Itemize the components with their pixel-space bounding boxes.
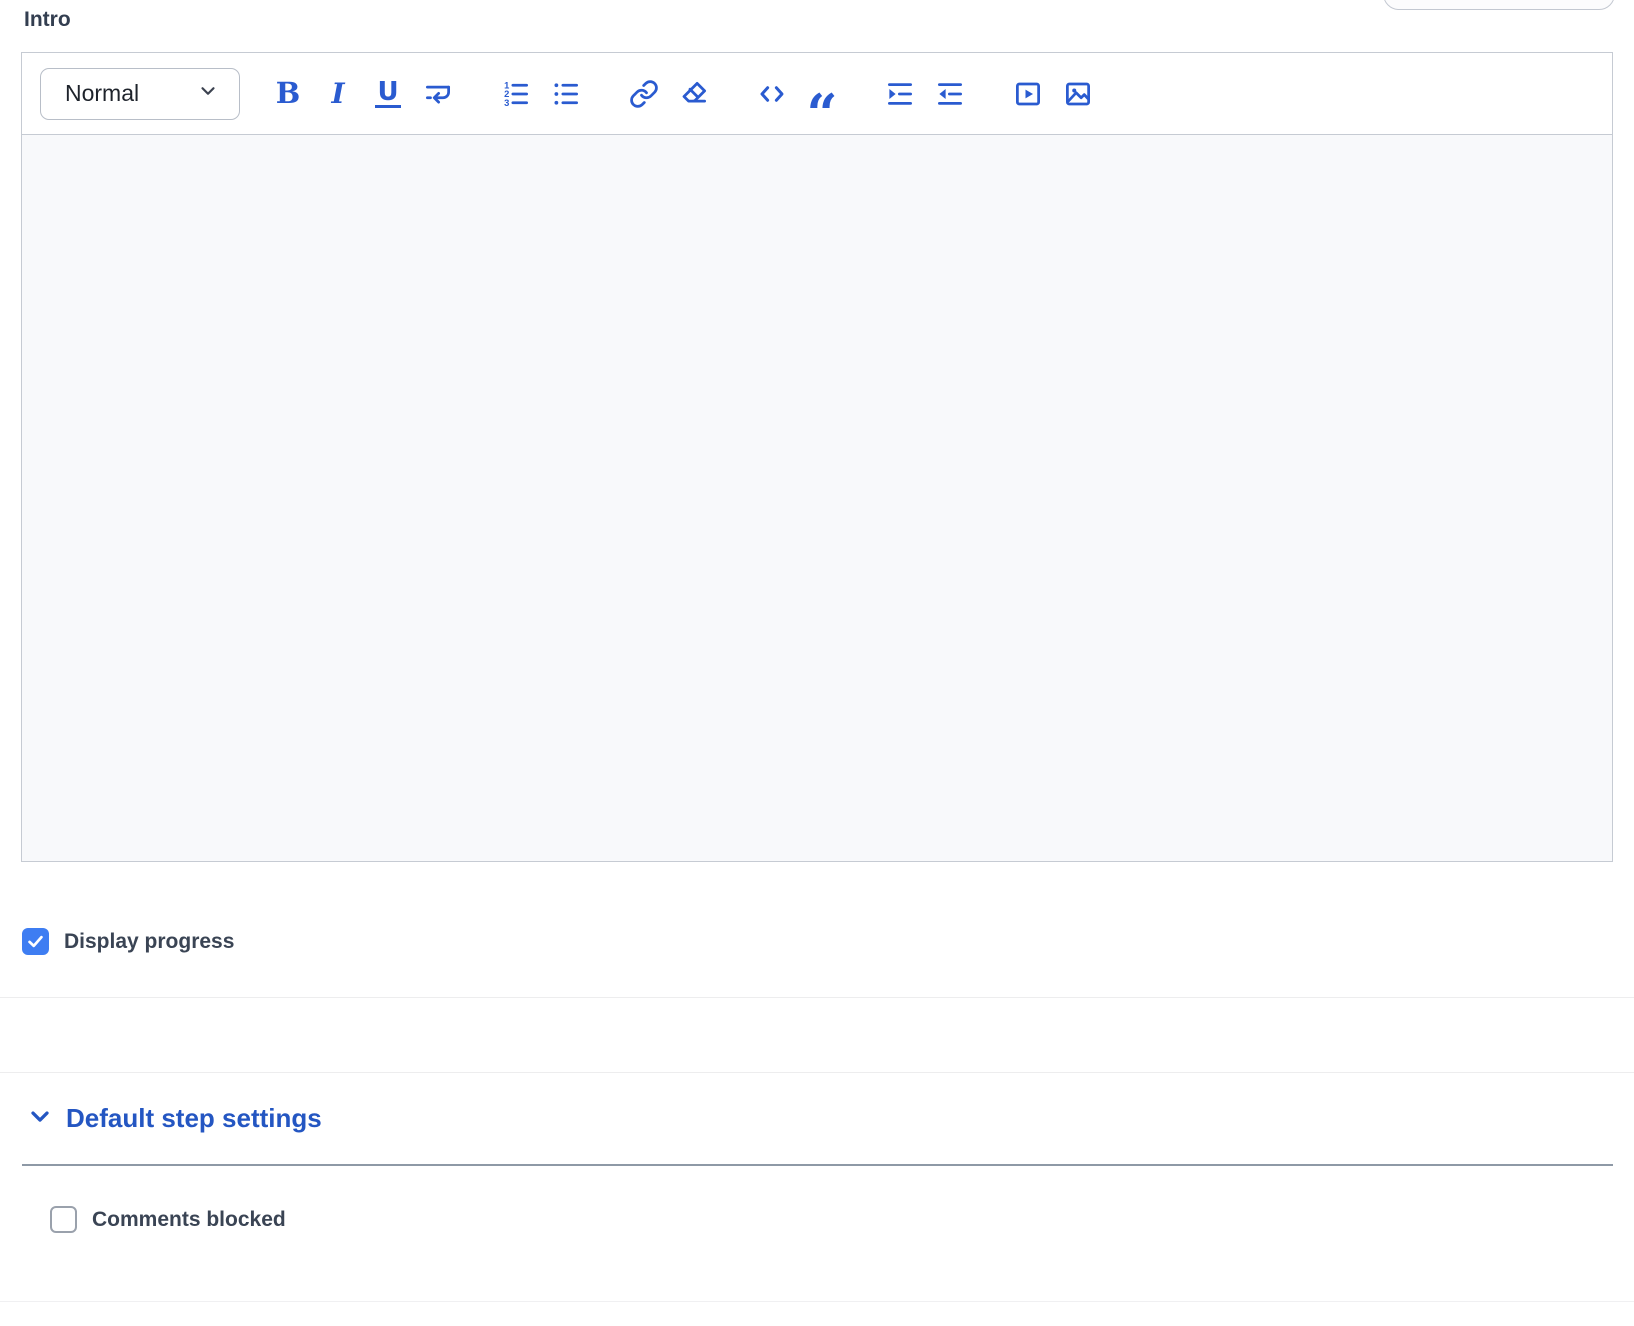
image-icon xyxy=(1063,79,1093,109)
paragraph-style-dropdown[interactable]: Normal xyxy=(40,68,240,120)
bottom-divider xyxy=(0,1301,1634,1302)
section-divider xyxy=(0,997,1634,998)
bold-icon: B xyxy=(276,79,301,108)
default-step-settings-heading: Default step settings xyxy=(66,1103,322,1134)
intro-richtext-editor: Normal B I U xyxy=(21,52,1613,862)
bold-button[interactable]: B xyxy=(270,74,306,114)
svg-text:3: 3 xyxy=(504,97,509,107)
link-icon xyxy=(629,79,659,109)
paragraph-style-value: Normal xyxy=(65,80,139,107)
numbered-list-button[interactable]: 1 2 3 xyxy=(498,74,534,114)
chevron-down-icon xyxy=(197,80,219,107)
outdent-icon xyxy=(935,79,965,109)
chevron-down-icon xyxy=(26,1102,54,1135)
intro-field-label: Intro xyxy=(24,8,71,32)
display-progress-label: Display progress xyxy=(64,930,234,954)
insert-image-button[interactable] xyxy=(1060,74,1096,114)
italic-button[interactable]: I xyxy=(320,74,356,114)
default-step-settings-toggle[interactable]: Default step settings xyxy=(26,1102,322,1135)
underline-icon: U xyxy=(375,79,400,108)
display-progress-option[interactable]: Display progress xyxy=(22,928,234,955)
comments-blocked-option[interactable]: Comments blocked xyxy=(50,1206,286,1233)
soft-break-button[interactable] xyxy=(420,74,456,114)
editor-content-area[interactable] xyxy=(22,135,1612,861)
bulleted-list-button[interactable] xyxy=(548,74,584,114)
quote-icon: “ xyxy=(806,87,837,117)
media-embed-button[interactable] xyxy=(1010,74,1046,114)
link-button[interactable] xyxy=(626,74,662,114)
checkmark-icon xyxy=(26,932,45,951)
soft-break-icon xyxy=(423,79,453,109)
remove-format-button[interactable] xyxy=(676,74,712,114)
media-embed-icon xyxy=(1013,79,1043,109)
block-quote-button[interactable]: “ xyxy=(804,74,840,114)
heading-underline-divider xyxy=(22,1164,1613,1166)
eraser-icon xyxy=(679,79,709,109)
numbered-list-icon: 1 2 3 xyxy=(501,79,531,109)
editor-toolbar: Normal B I U xyxy=(22,53,1612,135)
code-icon xyxy=(757,79,787,109)
italic-icon: I xyxy=(331,80,344,108)
increase-indent-button[interactable] xyxy=(882,74,918,114)
underline-button[interactable]: U xyxy=(370,74,406,114)
indent-icon xyxy=(885,79,915,109)
partial-top-button[interactable] xyxy=(1383,0,1615,10)
code-button[interactable] xyxy=(754,74,790,114)
display-progress-checkbox[interactable] xyxy=(22,928,49,955)
bulleted-list-icon xyxy=(551,79,581,109)
decrease-indent-button[interactable] xyxy=(932,74,968,114)
section-divider xyxy=(0,1072,1634,1073)
comments-blocked-label: Comments blocked xyxy=(92,1208,286,1232)
comments-blocked-checkbox[interactable] xyxy=(50,1206,77,1233)
